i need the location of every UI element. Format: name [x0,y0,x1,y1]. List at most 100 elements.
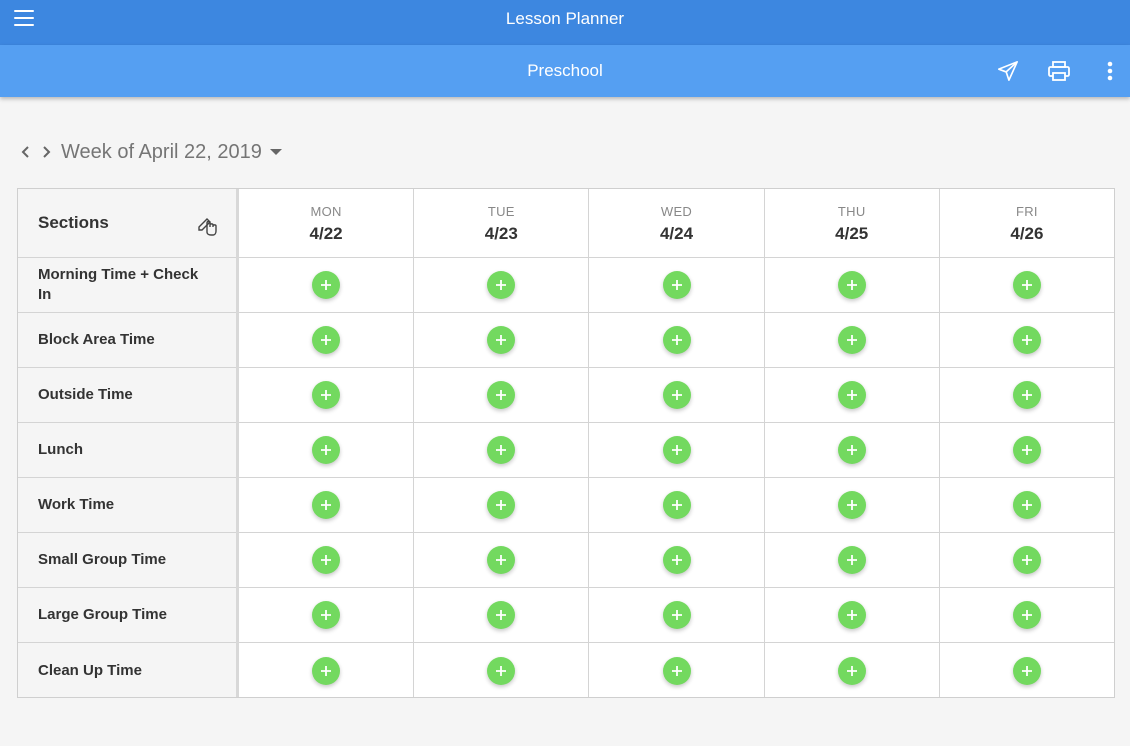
section-label: Morning Time + Check In [38,266,199,303]
plus-icon [846,445,857,455]
add-lesson-button[interactable] [1012,271,1041,299]
add-lesson-button[interactable] [487,326,516,354]
add-lesson-button[interactable] [312,656,341,685]
planner-cell [589,643,763,698]
planner-cell [414,258,589,313]
day-column-wed: WED 4/24 [589,189,765,698]
add-lesson-button[interactable] [837,326,866,354]
planner-cell [764,533,939,588]
planner-cell [239,533,414,588]
plus-icon [1021,610,1032,620]
add-lesson-button[interactable] [662,436,691,464]
plus-icon [671,665,682,676]
add-lesson-button[interactable] [837,656,866,685]
section-row: Small Group Time [18,533,236,588]
add-lesson-button[interactable] [1012,546,1041,574]
day-column-fri: FRI 4/26 [939,189,1115,698]
day-header: WED 4/24 [589,189,764,258]
section-label: Small Group Time [38,551,167,568]
add-lesson-button[interactable] [837,491,866,519]
plus-icon [1021,390,1032,400]
planner-cell [764,588,939,643]
planner-cell [589,533,764,588]
chevron-left-icon[interactable] [16,140,36,164]
planner-cell [765,643,939,698]
plus-icon [846,555,857,565]
add-lesson-button[interactable] [312,601,341,629]
add-lesson-button[interactable] [662,656,691,685]
day-date: 4/25 [835,224,869,243]
plus-icon [671,390,682,400]
add-lesson-button[interactable] [487,656,516,685]
add-lesson-button[interactable] [1012,381,1041,409]
add-lesson-button[interactable] [837,271,866,299]
more-vertical-icon[interactable] [1098,59,1122,83]
add-lesson-button[interactable] [837,436,866,464]
day-column-thu: THU 4/25 [764,189,940,698]
sections-header: Sections [18,189,236,258]
add-lesson-button[interactable] [487,271,516,299]
add-lesson-button[interactable] [662,381,691,409]
day-of-week: TUE [487,204,515,219]
add-lesson-button[interactable] [312,271,341,299]
day-of-week: WED [660,204,693,219]
add-lesson-button[interactable] [487,601,516,629]
add-lesson-button[interactable] [1012,656,1041,685]
planner-cell [589,423,764,478]
send-icon[interactable] [996,59,1020,83]
add-lesson-button[interactable] [312,546,341,574]
add-lesson-button[interactable] [662,491,691,519]
add-lesson-button[interactable] [312,436,341,464]
add-lesson-button[interactable] [1012,491,1041,519]
plus-icon [321,445,332,455]
plus-icon [496,555,507,565]
plus-icon [1021,555,1032,565]
add-lesson-button[interactable] [487,491,516,519]
planner-cell [239,313,414,368]
plus-icon [846,280,857,290]
plus-icon [321,665,332,676]
planner-cell [589,258,764,313]
days-area: MON 4/22 TUE 4/23 WED 4/24 THU 4/25 FRI 4/26 [239,189,1115,698]
section-row: Clean Up Time [18,643,236,698]
edit-pointer-icon[interactable] [196,213,220,237]
planner-cell [940,643,1114,698]
add-lesson-button[interactable] [487,436,516,464]
planner-cell [764,478,939,533]
plus-icon [496,390,507,400]
add-lesson-button[interactable] [837,381,866,409]
add-lesson-button[interactable] [312,326,341,354]
planner-cell [414,368,589,423]
planner-cell [939,533,1115,588]
caret-down-icon[interactable] [265,140,287,164]
day-of-week: MON [310,204,342,219]
planner-cell [939,313,1115,368]
plus-icon [846,335,857,345]
add-lesson-button[interactable] [662,546,691,574]
add-lesson-button[interactable] [487,381,516,409]
add-lesson-button[interactable] [312,491,341,519]
add-lesson-button[interactable] [662,271,691,299]
add-lesson-button[interactable] [312,381,341,409]
plus-icon [846,500,857,510]
planner-cell [764,258,939,313]
plus-icon [671,500,682,510]
section-row: Outside Time [18,368,236,423]
day-header: TUE 4/23 [414,189,589,258]
add-lesson-button[interactable] [1012,326,1041,354]
planner-cell [414,643,588,698]
add-lesson-button[interactable] [1012,436,1041,464]
planner-title: Preschool [527,61,603,80]
chevron-right-icon[interactable] [36,140,56,164]
plus-icon [1021,665,1032,676]
menu-icon[interactable] [12,8,36,28]
week-label[interactable]: Week of April 22, 2019 [61,141,262,164]
add-lesson-button[interactable] [662,326,691,354]
add-lesson-button[interactable] [837,546,866,574]
add-lesson-button[interactable] [662,601,691,629]
plus-icon [1021,445,1032,455]
add-lesson-button[interactable] [487,546,516,574]
add-lesson-button[interactable] [1012,601,1041,629]
print-icon[interactable] [1047,59,1071,83]
add-lesson-button[interactable] [837,601,866,629]
